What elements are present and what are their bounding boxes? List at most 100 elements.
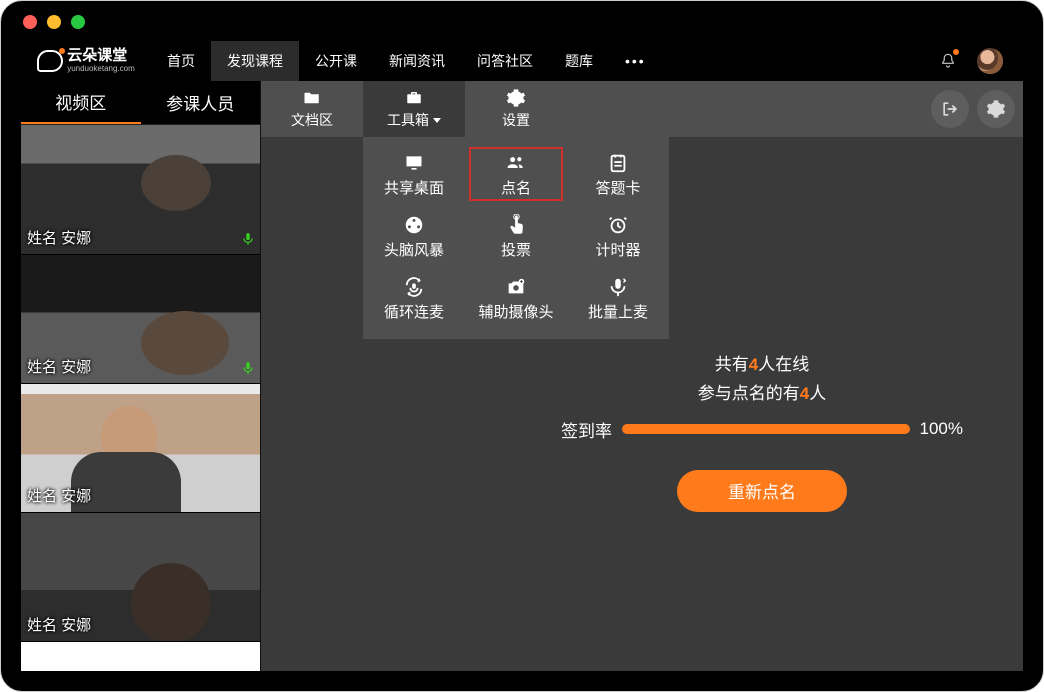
tool-batch-mic[interactable]: 批量上麦 xyxy=(567,267,669,329)
nav-label: 题库 xyxy=(565,51,593,71)
tab-label: 参课人员 xyxy=(166,90,234,115)
tool-share-desktop[interactable]: 共享桌面 xyxy=(363,143,465,205)
settings-button[interactable]: 设置 xyxy=(465,81,567,137)
mic-on-icon xyxy=(241,359,255,377)
toolbox-label-text: 工具箱 xyxy=(387,110,429,130)
nav-news[interactable]: 新闻资讯 xyxy=(373,41,461,81)
chevron-down-icon xyxy=(433,118,441,123)
rate-progress-bar xyxy=(622,424,910,434)
nav-label: 首页 xyxy=(167,51,195,71)
mic-on-icon xyxy=(241,230,255,248)
tool-brainstorm[interactable]: 头脑风暴 xyxy=(363,205,465,267)
left-tabs: 视频区 参课人员 xyxy=(21,81,260,125)
loop-mic-icon xyxy=(402,275,426,299)
tool-label: 答题卡 xyxy=(595,177,640,198)
text: 参与点名的有 xyxy=(698,384,800,403)
top-right xyxy=(939,48,1023,74)
camera-plus-icon xyxy=(504,275,528,299)
nav-discover[interactable]: 发现课程 xyxy=(211,41,299,81)
doc-area-button[interactable]: 文档区 xyxy=(261,81,363,137)
online-count: 4 xyxy=(749,355,758,374)
tool-timer[interactable]: 计时器 xyxy=(567,205,669,267)
participant-name: 姓名 安娜 xyxy=(27,485,91,506)
window-zoom-dot[interactable] xyxy=(71,15,85,29)
left-column: 视频区 参课人员 姓名 安娜 姓名 安娜 姓名 安娜 xyxy=(21,81,261,671)
text: 共有 xyxy=(715,355,749,374)
rate-value: 100% xyxy=(920,419,963,439)
video-tile[interactable]: 姓名 安娜 xyxy=(21,383,260,512)
rerun-rollcall-button[interactable]: 重新点名 xyxy=(677,470,847,512)
toolbox-label: 工具箱 xyxy=(387,110,441,130)
video-tile[interactable]: 姓名 安娜 xyxy=(21,254,260,383)
rollcall-line-participated: 参与点名的有4人 xyxy=(561,380,963,409)
film-reel-icon xyxy=(403,213,425,237)
tab-label: 视频区 xyxy=(55,89,106,114)
logo-mark-icon xyxy=(37,50,63,72)
text: 人 xyxy=(809,384,826,403)
tool-label: 共享桌面 xyxy=(384,177,444,198)
brand-logo[interactable]: 云朵课堂 yunduoketang.com xyxy=(21,48,151,73)
rate-label: 签到率 xyxy=(561,417,612,442)
folder-icon xyxy=(301,88,323,108)
tool-label: 循环连麦 xyxy=(384,301,444,322)
bell-dot xyxy=(953,49,959,55)
nav-qa[interactable]: 问答社区 xyxy=(461,41,549,81)
people-icon xyxy=(504,151,528,175)
alarm-icon xyxy=(607,213,629,237)
user-avatar[interactable] xyxy=(977,48,1003,74)
nav-open[interactable]: 公开课 xyxy=(299,41,373,81)
screen-share-icon xyxy=(402,151,426,175)
nav-more[interactable]: ••• xyxy=(609,41,662,81)
video-list: 姓名 安娜 姓名 安娜 姓名 安娜 姓名 安娜 xyxy=(21,125,260,671)
tool-rollcall[interactable]: 点名 xyxy=(465,143,567,205)
tool-aux-camera[interactable]: 辅助摄像头 xyxy=(465,267,567,329)
card-icon xyxy=(607,151,629,175)
exit-button[interactable] xyxy=(931,90,969,128)
tool-answer-card[interactable]: 答题卡 xyxy=(567,143,669,205)
bell-icon[interactable] xyxy=(939,51,957,71)
participant-name: 姓名 安娜 xyxy=(27,356,91,377)
doc-area-label: 文档区 xyxy=(291,110,333,130)
tool-label: 头脑风暴 xyxy=(384,239,444,260)
tool-vote[interactable]: 投票 xyxy=(465,205,567,267)
window-traffic-lights xyxy=(23,15,85,29)
logo-cn: 云朵课堂 xyxy=(67,48,135,65)
settings-label: 设置 xyxy=(502,110,530,130)
gear-icon xyxy=(506,88,526,108)
nav-label: ••• xyxy=(625,53,646,69)
window-minimize-dot[interactable] xyxy=(47,15,61,29)
rollcall-rate-row: 签到率 100% xyxy=(561,417,963,442)
main-top-bar: 文档区 工具箱 设置 xyxy=(261,81,1023,137)
camera-head-shape xyxy=(131,563,211,643)
main-panel: 文档区 工具箱 设置 xyxy=(261,81,1023,671)
nav-bank[interactable]: 题库 xyxy=(549,41,609,81)
participant-name: 姓名 安娜 xyxy=(27,227,91,248)
rollcall-line-online: 共有4人在线 xyxy=(561,351,963,380)
tab-attendees[interactable]: 参课人员 xyxy=(141,81,261,124)
camera-head-shape xyxy=(141,155,211,211)
text: 人在线 xyxy=(758,355,809,374)
video-tile[interactable]: 姓名 安娜 xyxy=(21,125,260,254)
top-nav: 云朵课堂 yunduoketang.com 首页 发现课程 公开课 新闻资讯 问… xyxy=(21,41,1023,81)
camera-head-shape xyxy=(141,311,229,375)
participated-count: 4 xyxy=(800,384,809,403)
tool-label: 投票 xyxy=(501,239,531,260)
nav-home[interactable]: 首页 xyxy=(151,41,211,81)
rollcall-lines: 共有4人在线 参与点名的有4人 xyxy=(561,351,963,409)
toolbox-dropdown: 共享桌面 点名 答题卡 头脑风暴 投票 xyxy=(363,137,669,339)
toolbox-button[interactable]: 工具箱 xyxy=(363,81,465,137)
nav-items: 首页 发现课程 公开课 新闻资讯 问答社区 题库 ••• xyxy=(151,41,662,81)
tool-label: 批量上麦 xyxy=(588,301,648,322)
tool-loop-mic[interactable]: 循环连麦 xyxy=(363,267,465,329)
participant-name: 姓名 安娜 xyxy=(27,614,91,635)
tool-label: 点名 xyxy=(501,177,531,198)
tab-video-area[interactable]: 视频区 xyxy=(21,81,141,124)
button-label: 重新点名 xyxy=(728,478,796,503)
spacer xyxy=(567,81,931,137)
settings-round-button[interactable] xyxy=(977,90,1015,128)
video-tile-empty xyxy=(21,641,260,671)
video-tile[interactable]: 姓名 安娜 xyxy=(21,512,260,641)
window-close-dot[interactable] xyxy=(23,15,37,29)
nav-label: 公开课 xyxy=(315,51,357,71)
tool-label: 计时器 xyxy=(595,239,640,260)
